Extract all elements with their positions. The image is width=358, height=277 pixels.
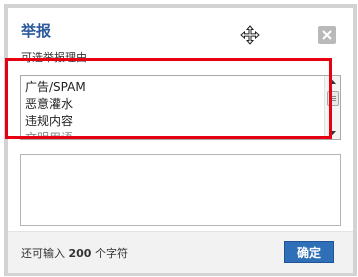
- remaining-chars: 还可输入 200 个字符: [21, 248, 128, 259]
- close-button[interactable]: [318, 26, 336, 44]
- dialog-title: 举报: [21, 22, 52, 40]
- close-icon: [322, 30, 332, 40]
- remaining-count: 200: [68, 247, 92, 260]
- confirm-button[interactable]: 确定: [284, 241, 334, 263]
- report-dialog: 举报 可选举报理由 广告/SPAM 恶意灌水 违规内容 文明用语 还可输入 20…: [4, 4, 357, 276]
- report-textarea[interactable]: [20, 154, 341, 226]
- move-cursor-icon[interactable]: [240, 25, 260, 45]
- remaining-suffix: 个字符: [94, 247, 128, 260]
- remaining-prefix: 还可输入: [21, 247, 65, 260]
- highlight-frame: [5, 58, 332, 139]
